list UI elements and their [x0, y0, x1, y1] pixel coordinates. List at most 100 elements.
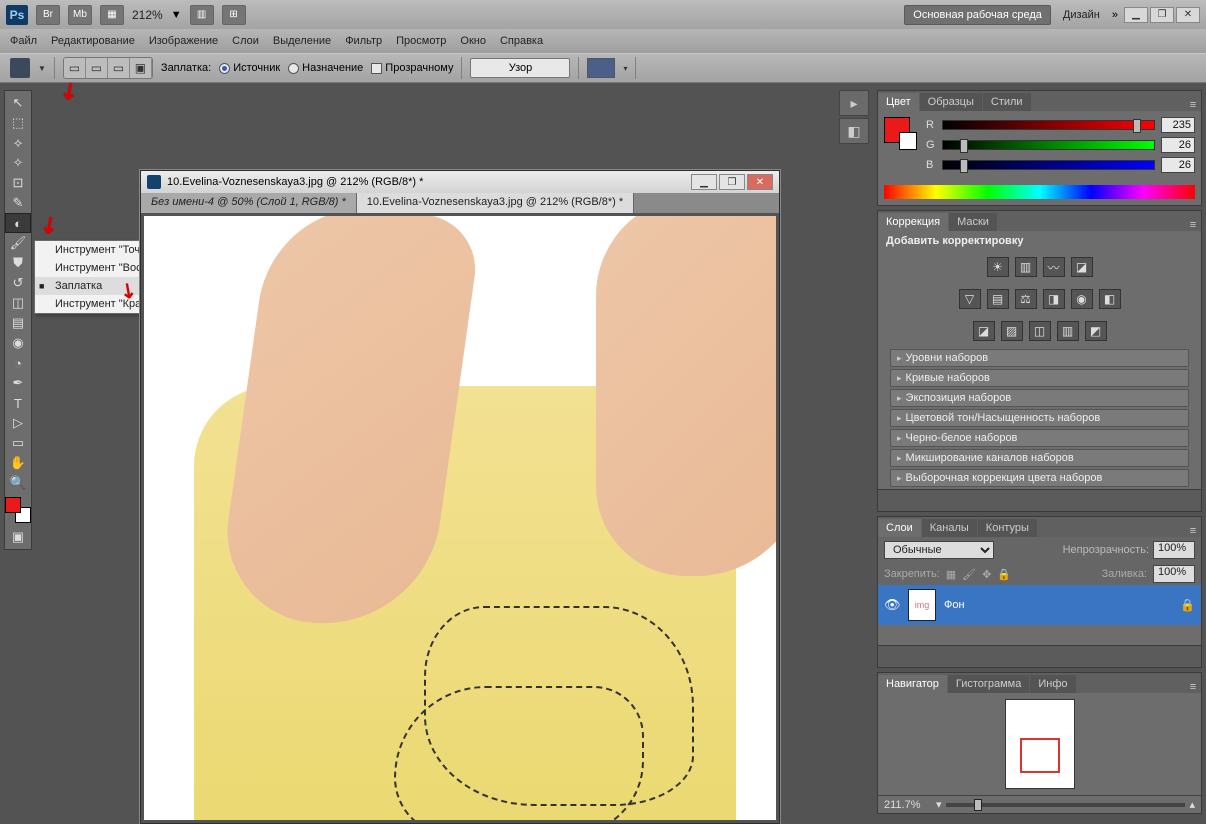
window-close[interactable]: ✕	[1176, 7, 1200, 23]
tool-stamp[interactable]: ⛊	[5, 253, 31, 273]
layer-name[interactable]: Фон	[944, 599, 965, 611]
color-foreground-swatch[interactable]	[884, 117, 910, 143]
doc-maximize[interactable]: ❐	[719, 174, 745, 190]
dock-expand-icon[interactable]: ▸	[839, 90, 869, 116]
adj-bw-icon[interactable]: ◨	[1043, 289, 1065, 309]
menu-window[interactable]: Окно	[460, 35, 486, 47]
arrange-button[interactable]: ▥	[190, 5, 214, 25]
window-minimize[interactable]: ▁	[1124, 7, 1148, 23]
tab-adjustments[interactable]: Коррекция	[878, 213, 948, 231]
screenmode-button[interactable]: ▦	[100, 5, 124, 25]
preset-levels[interactable]: Уровни наборов	[890, 349, 1189, 367]
adj-invert-icon[interactable]: ◪	[973, 321, 995, 341]
tool-healing[interactable]: ◐	[5, 213, 31, 233]
bridge-button[interactable]: Br	[36, 5, 60, 25]
tool-preset-dropdown[interactable]: ▼	[38, 64, 46, 73]
radio-destination[interactable]: Назначение	[288, 62, 363, 74]
r-value[interactable]: 235	[1161, 117, 1195, 133]
tab-layers[interactable]: Слои	[878, 519, 921, 537]
tool-blur[interactable]: ◉	[5, 333, 31, 353]
tool-pen[interactable]: ✒	[5, 373, 31, 393]
tool-crop[interactable]: ⊡	[5, 173, 31, 193]
opacity-field[interactable]: 100%	[1153, 541, 1195, 559]
lock-transparency-icon[interactable]: ▦	[946, 568, 956, 581]
checkbox-transparent[interactable]: Прозрачному	[371, 62, 453, 74]
navigator-zoom-field[interactable]: 211.7%	[884, 799, 932, 811]
preset-bw[interactable]: Черно-белое наборов	[890, 429, 1189, 447]
workspace-more-icon[interactable]: »	[1112, 9, 1118, 21]
g-value[interactable]: 26	[1161, 137, 1195, 153]
adj-exposure-icon[interactable]: ◪	[1071, 257, 1093, 277]
blend-mode-select[interactable]: Обычные	[884, 541, 994, 559]
radio-source[interactable]: Источник	[219, 62, 280, 74]
quickmask-toggle[interactable]: ▣	[5, 527, 31, 547]
selection-new[interactable]: ▭	[64, 58, 86, 78]
tool-eraser[interactable]: ◫	[5, 293, 31, 313]
tab-paths[interactable]: Контуры	[978, 519, 1037, 537]
window-restore[interactable]: ❐	[1150, 7, 1174, 23]
menu-filter[interactable]: Фильтр	[345, 35, 382, 47]
tool-shape[interactable]: ▭	[5, 433, 31, 453]
tool-marquee[interactable]: ⬚	[5, 113, 31, 133]
tab-info[interactable]: Инфо	[1030, 675, 1075, 693]
navigator-preview[interactable]	[1005, 699, 1075, 789]
adj-vibrance-icon[interactable]: ▽	[959, 289, 981, 309]
adj-brightness-icon[interactable]: ☀	[987, 257, 1009, 277]
tool-path[interactable]: ▷	[5, 413, 31, 433]
tool-eyedropper[interactable]: ✎	[5, 193, 31, 213]
color-background-swatch[interactable]	[899, 132, 917, 150]
adj-hue-icon[interactable]: ▤	[987, 289, 1009, 309]
adj-mixer-icon[interactable]: ◧	[1099, 289, 1121, 309]
selection-add[interactable]: ▭	[86, 58, 108, 78]
tab-swatches[interactable]: Образцы	[920, 93, 982, 111]
fill-field[interactable]: 100%	[1153, 565, 1195, 583]
doc-minimize[interactable]: ▁	[691, 174, 717, 190]
tool-gradient[interactable]: ▤	[5, 313, 31, 333]
tool-move[interactable]: ↖	[5, 93, 31, 113]
menu-edit[interactable]: Редактирование	[51, 35, 135, 47]
pattern-swatch[interactable]	[587, 58, 615, 78]
extras-button[interactable]: ⊞	[222, 5, 246, 25]
menu-file[interactable]: Файл	[10, 35, 37, 47]
lock-pixels-icon[interactable]: 🖌	[962, 568, 976, 581]
panel-menu-icon[interactable]: ≡	[1185, 219, 1201, 231]
canvas[interactable]	[144, 216, 776, 820]
r-slider[interactable]	[942, 120, 1155, 130]
tool-zoom[interactable]: 🔍	[5, 473, 31, 493]
menu-select[interactable]: Выделение	[273, 35, 331, 47]
adj-gradmap-icon[interactable]: ▥	[1057, 321, 1079, 341]
tool-history-brush[interactable]: ↺	[5, 273, 31, 293]
selection-subtract[interactable]: ▭	[108, 58, 130, 78]
navigator-viewport-rect[interactable]	[1020, 738, 1060, 773]
adj-photo-icon[interactable]: ◉	[1071, 289, 1093, 309]
tool-lasso[interactable]: ⟡	[5, 133, 31, 153]
menu-view[interactable]: Просмотр	[396, 35, 446, 47]
navigator-zoom-slider[interactable]	[946, 803, 1186, 807]
b-slider[interactable]	[942, 160, 1155, 170]
lock-position-icon[interactable]: ✥	[982, 568, 991, 581]
tab-masks[interactable]: Маски	[949, 213, 997, 231]
zoom-out-icon[interactable]: ▾	[936, 798, 942, 811]
current-tool-icon[interactable]	[10, 58, 30, 78]
preset-hue[interactable]: Цветовой тон/Насыщенность наборов	[890, 409, 1189, 427]
layer-visibility-icon[interactable]: 👁	[884, 597, 900, 613]
layer-thumbnail[interactable]: img	[908, 589, 936, 621]
document-titlebar[interactable]: 10.Evelina-Voznesenskaya3.jpg @ 212% (RG…	[141, 171, 779, 193]
tab-histogram[interactable]: Гистограмма	[948, 675, 1030, 693]
panel-menu-icon[interactable]: ≡	[1185, 99, 1201, 111]
menu-help[interactable]: Справка	[500, 35, 543, 47]
adj-balance-icon[interactable]: ⚖	[1015, 289, 1037, 309]
tool-brush[interactable]: 🖌	[5, 233, 31, 253]
lock-all-icon[interactable]: 🔒	[997, 568, 1011, 581]
chevron-down-icon[interactable]: ▼	[171, 9, 182, 21]
layer-row[interactable]: 👁 img Фон 🔒	[878, 585, 1201, 625]
document-tab-1[interactable]: 10.Evelina-Voznesenskaya3.jpg @ 212% (RG…	[357, 193, 634, 213]
adj-curves-icon[interactable]: 〰	[1043, 257, 1065, 277]
minibridge-button[interactable]: Mb	[68, 5, 92, 25]
b-value[interactable]: 26	[1161, 157, 1195, 173]
zoom-in-icon[interactable]: ▴	[1189, 798, 1195, 811]
color-spectrum[interactable]	[884, 185, 1195, 199]
tab-channels[interactable]: Каналы	[922, 519, 977, 537]
preset-curves[interactable]: Кривые наборов	[890, 369, 1189, 387]
menu-image[interactable]: Изображение	[149, 35, 218, 47]
